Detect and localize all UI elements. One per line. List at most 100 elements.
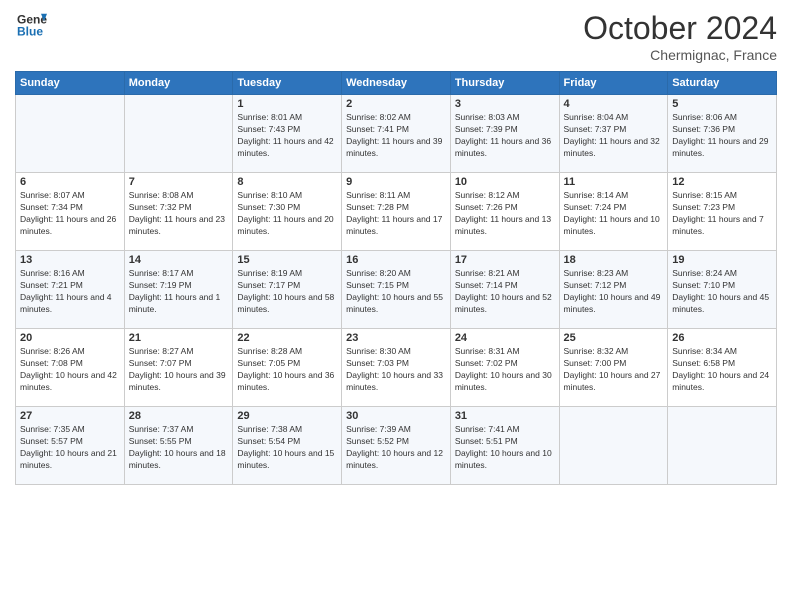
calendar-header-row: Sunday Monday Tuesday Wednesday Thursday… — [16, 72, 777, 95]
table-row: 2 Sunrise: 8:02 AMSunset: 7:41 PMDaylight… — [342, 95, 451, 173]
calendar-table: Sunday Monday Tuesday Wednesday Thursday… — [15, 71, 777, 485]
day-detail: Sunrise: 8:31 AMSunset: 7:02 PMDaylight:… — [455, 346, 555, 394]
day-detail: Sunrise: 8:23 AMSunset: 7:12 PMDaylight:… — [564, 268, 664, 316]
day-number: 20 — [20, 332, 120, 344]
calendar-week-row: 13 Sunrise: 8:16 AMSunset: 7:21 PMDayligh… — [16, 251, 777, 329]
day-number: 6 — [20, 176, 120, 188]
day-detail: Sunrise: 8:08 AMSunset: 7:32 PMDaylight:… — [129, 190, 229, 238]
table-row: 28Sunrise: 7:37 AMSunset: 5:55 PMDayligh… — [124, 407, 233, 485]
day-number: 7 — [129, 176, 229, 188]
day-detail: Sunrise: 8:04 AMSunset: 7:37 PMDaylight:… — [564, 112, 664, 160]
table-row: 26Sunrise: 8:34 AMSunset: 6:58 PMDayligh… — [668, 329, 777, 407]
day-detail: Sunrise: 8:03 AMSunset: 7:39 PMDaylight:… — [455, 112, 555, 160]
day-detail: Sunrise: 8:11 AMSunset: 7:28 PMDaylight:… — [346, 190, 446, 238]
col-monday: Monday — [124, 72, 233, 95]
table-row: 24 Sunrise: 8:31 AMSunset: 7:02 PMDayligh… — [450, 329, 559, 407]
day-number: 25 — [564, 332, 664, 344]
table-row: 14 Sunrise: 8:17 AMSunset: 7:19 PMDayligh… — [124, 251, 233, 329]
col-saturday: Saturday — [668, 72, 777, 95]
calendar-week-row: 6 Sunrise: 8:07 AMSunset: 7:34 PMDaylight… — [16, 173, 777, 251]
day-detail: Sunrise: 8:16 AMSunset: 7:21 PMDaylight:… — [20, 268, 120, 316]
day-detail: Sunrise: 8:12 AMSunset: 7:26 PMDaylight:… — [455, 190, 555, 238]
day-number: 22 — [237, 332, 337, 344]
day-detail: Sunrise: 8:17 AMSunset: 7:19 PMDaylight:… — [129, 268, 229, 316]
day-number: 16 — [346, 254, 446, 266]
day-number: 9 — [346, 176, 446, 188]
day-detail: Sunrise: 8:26 AMSunset: 7:08 PMDaylight:… — [20, 346, 120, 394]
table-row: 22 Sunrise: 8:28 AMSunset: 7:05 PMDayligh… — [233, 329, 342, 407]
day-detail: Sunrise: 7:41 AMSunset: 5:51 PMDaylight:… — [455, 424, 555, 472]
day-detail: Sunrise: 8:21 AMSunset: 7:14 PMDaylight:… — [455, 268, 555, 316]
logo: General Blue — [15, 10, 47, 45]
day-detail: Sunrise: 8:32 AMSunset: 7:00 PMDaylight:… — [564, 346, 664, 394]
month-title: October 2024 — [583, 10, 777, 47]
table-row: 3 Sunrise: 8:03 AMSunset: 7:39 PMDaylight… — [450, 95, 559, 173]
table-row: 8 Sunrise: 8:10 AMSunset: 7:30 PMDaylight… — [233, 173, 342, 251]
day-detail: Sunrise: 8:10 AMSunset: 7:30 PMDaylight:… — [237, 190, 337, 238]
table-row: 21Sunrise: 8:27 AMSunset: 7:07 PMDayligh… — [124, 329, 233, 407]
table-row: 5 Sunrise: 8:06 AMSunset: 7:36 PMDaylight… — [668, 95, 777, 173]
day-number: 13 — [20, 254, 120, 266]
day-number: 3 — [455, 98, 555, 110]
location-subtitle: Chermignac, France — [583, 47, 777, 63]
day-detail: Sunrise: 8:19 AMSunset: 7:17 PMDaylight:… — [237, 268, 337, 316]
col-wednesday: Wednesday — [342, 72, 451, 95]
day-detail: Sunrise: 8:20 AMSunset: 7:15 PMDaylight:… — [346, 268, 446, 316]
calendar-week-row: 1 Sunrise: 8:01 AMSunset: 7:43 PMDaylight… — [16, 95, 777, 173]
table-row: 7 Sunrise: 8:08 AMSunset: 7:32 PMDaylight… — [124, 173, 233, 251]
table-row: 4Sunrise: 8:04 AMSunset: 7:37 PMDaylight… — [559, 95, 668, 173]
logo-icon: General Blue — [17, 10, 47, 40]
col-thursday: Thursday — [450, 72, 559, 95]
day-number: 11 — [564, 176, 664, 188]
day-number: 27 — [20, 410, 120, 422]
day-number: 24 — [455, 332, 555, 344]
day-number: 29 — [237, 410, 337, 422]
table-row: 27 Sunrise: 7:35 AMSunset: 5:57 PMDayligh… — [16, 407, 125, 485]
day-number: 14 — [129, 254, 229, 266]
table-row: 23Sunrise: 8:30 AMSunset: 7:03 PMDayligh… — [342, 329, 451, 407]
day-detail: Sunrise: 8:01 AMSunset: 7:43 PMDaylight:… — [237, 112, 337, 160]
col-tuesday: Tuesday — [233, 72, 342, 95]
day-number: 23 — [346, 332, 446, 344]
day-number: 18 — [564, 254, 664, 266]
day-detail: Sunrise: 8:02 AMSunset: 7:41 PMDaylight:… — [346, 112, 446, 160]
day-number: 31 — [455, 410, 555, 422]
day-number: 1 — [237, 98, 337, 110]
day-detail: Sunrise: 7:37 AMSunset: 5:55 PMDaylight:… — [129, 424, 229, 472]
day-detail: Sunrise: 8:07 AMSunset: 7:34 PMDaylight:… — [20, 190, 120, 238]
title-block: October 2024 Chermignac, France — [583, 10, 777, 63]
table-row: 13 Sunrise: 8:16 AMSunset: 7:21 PMDayligh… — [16, 251, 125, 329]
table-row — [668, 407, 777, 485]
day-number: 17 — [455, 254, 555, 266]
day-detail: Sunrise: 8:06 AMSunset: 7:36 PMDaylight:… — [672, 112, 772, 160]
day-detail: Sunrise: 8:28 AMSunset: 7:05 PMDaylight:… — [237, 346, 337, 394]
table-row: 25 Sunrise: 8:32 AMSunset: 7:00 PMDayligh… — [559, 329, 668, 407]
table-row: 18 Sunrise: 8:23 AMSunset: 7:12 PMDayligh… — [559, 251, 668, 329]
table-row: 6 Sunrise: 8:07 AMSunset: 7:34 PMDaylight… — [16, 173, 125, 251]
day-number: 8 — [237, 176, 337, 188]
table-row: 17 Sunrise: 8:21 AMSunset: 7:14 PMDayligh… — [450, 251, 559, 329]
table-row — [559, 407, 668, 485]
page-header: General Blue October 2024 Chermignac, Fr… — [15, 10, 777, 63]
day-detail: Sunrise: 7:38 AMSunset: 5:54 PMDaylight:… — [237, 424, 337, 472]
day-detail: Sunrise: 7:35 AMSunset: 5:57 PMDaylight:… — [20, 424, 120, 472]
table-row: 10 Sunrise: 8:12 AMSunset: 7:26 PMDayligh… — [450, 173, 559, 251]
day-detail: Sunrise: 8:24 AMSunset: 7:10 PMDaylight:… — [672, 268, 772, 316]
col-sunday: Sunday — [16, 72, 125, 95]
table-row: 9 Sunrise: 8:11 AMSunset: 7:28 PMDaylight… — [342, 173, 451, 251]
table-row — [124, 95, 233, 173]
col-friday: Friday — [559, 72, 668, 95]
day-number: 30 — [346, 410, 446, 422]
table-row: 15 Sunrise: 8:19 AMSunset: 7:17 PMDayligh… — [233, 251, 342, 329]
table-row: 30Sunrise: 7:39 AMSunset: 5:52 PMDayligh… — [342, 407, 451, 485]
table-row: 20 Sunrise: 8:26 AMSunset: 7:08 PMDayligh… — [16, 329, 125, 407]
table-row: 19Sunrise: 8:24 AMSunset: 7:10 PMDayligh… — [668, 251, 777, 329]
day-number: 10 — [455, 176, 555, 188]
day-number: 2 — [346, 98, 446, 110]
svg-text:Blue: Blue — [17, 25, 43, 39]
day-detail: Sunrise: 8:34 AMSunset: 6:58 PMDaylight:… — [672, 346, 772, 394]
day-number: 5 — [672, 98, 772, 110]
table-row: 1 Sunrise: 8:01 AMSunset: 7:43 PMDaylight… — [233, 95, 342, 173]
table-row: 12Sunrise: 8:15 AMSunset: 7:23 PMDayligh… — [668, 173, 777, 251]
day-number: 15 — [237, 254, 337, 266]
